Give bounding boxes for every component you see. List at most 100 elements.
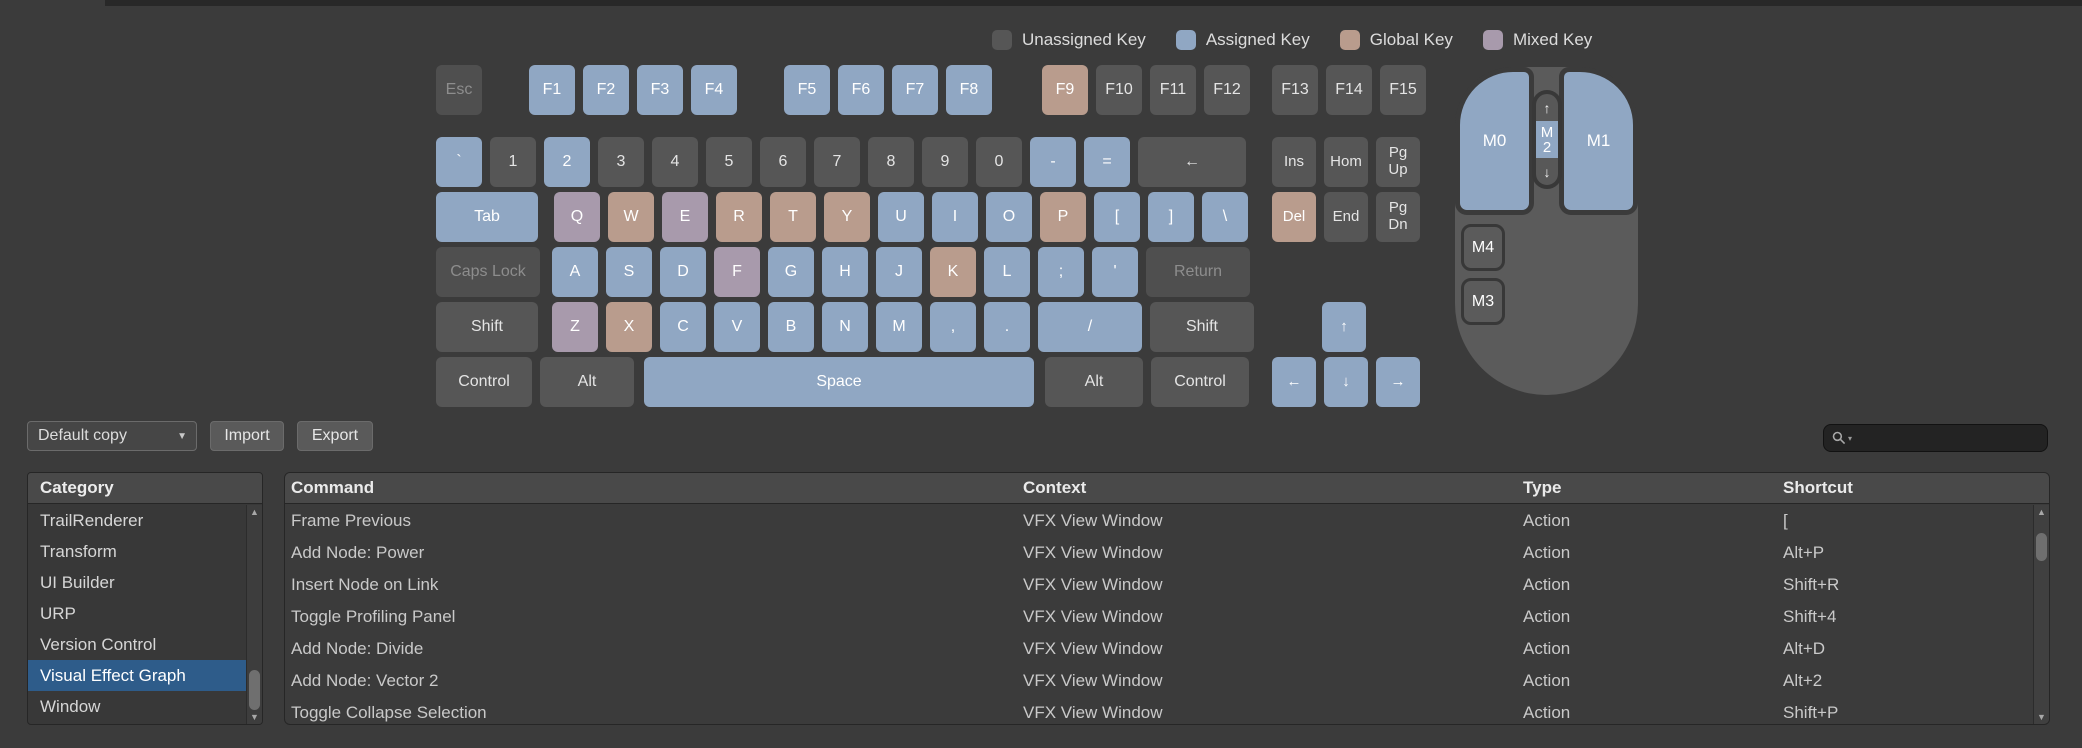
key-comma[interactable]: ,	[930, 302, 976, 352]
key-arrow-down[interactable]: ↓	[1324, 357, 1368, 407]
key-1[interactable]: 1	[490, 137, 536, 187]
shortcut-row[interactable]: Insert Node on LinkVFX View WindowAction…	[285, 569, 2032, 601]
shortcut-row[interactable]: Toggle Collapse SelectionVFX View Window…	[285, 697, 2032, 724]
key-control-left[interactable]: Control	[436, 357, 532, 407]
key-v[interactable]: V	[714, 302, 760, 352]
key-return[interactable]: Return	[1146, 247, 1250, 297]
key-alt-right[interactable]: Alt	[1045, 357, 1143, 407]
category-item-window[interactable]: Window	[28, 691, 246, 722]
key-alt-left[interactable]: Alt	[540, 357, 634, 407]
key-s[interactable]: S	[606, 247, 652, 297]
category-item-trailrenderer[interactable]: TrailRenderer	[28, 505, 246, 536]
column-header-command[interactable]: Command	[285, 473, 1017, 503]
key-3[interactable]: 3	[598, 137, 644, 187]
key-pg-dn[interactable]: Pg Dn	[1376, 192, 1420, 242]
column-header-context[interactable]: Context	[1017, 473, 1517, 503]
key-arrow-right[interactable]: →	[1376, 357, 1420, 407]
shortcut-row[interactable]: Frame PreviousVFX View WindowAction[	[285, 505, 2032, 537]
export-button[interactable]: Export	[297, 421, 373, 451]
key-backspace[interactable]: ←	[1138, 137, 1246, 187]
key-h[interactable]: H	[822, 247, 868, 297]
key-equals[interactable]: =	[1084, 137, 1130, 187]
category-item-ui-builder[interactable]: UI Builder	[28, 567, 246, 598]
key-2[interactable]: 2	[544, 137, 590, 187]
key-esc[interactable]: Esc	[436, 65, 482, 115]
mouse-button-m3[interactable]: M3	[1461, 278, 1505, 325]
key-minus[interactable]: -	[1030, 137, 1076, 187]
key-period[interactable]: .	[984, 302, 1030, 352]
category-scrollbar[interactable]: ▲ ▼	[246, 505, 262, 724]
import-button[interactable]: Import	[210, 421, 284, 451]
key-f13[interactable]: F13	[1272, 65, 1318, 115]
search-input[interactable]	[1854, 429, 2039, 448]
key-e[interactable]: E	[662, 192, 708, 242]
key-j[interactable]: J	[876, 247, 922, 297]
profile-dropdown[interactable]: Default copy ▼	[27, 421, 197, 451]
mouse-button-m0[interactable]: M0	[1455, 67, 1534, 215]
key-bracket-left[interactable]: [	[1094, 192, 1140, 242]
key-y[interactable]: Y	[824, 192, 870, 242]
key-caps-lock[interactable]: Caps Lock	[436, 247, 540, 297]
key-pg-up[interactable]: Pg Up	[1376, 137, 1420, 187]
key-t[interactable]: T	[770, 192, 816, 242]
key-z[interactable]: Z	[552, 302, 598, 352]
key-backtick[interactable]: `	[436, 137, 482, 187]
scroll-down-icon[interactable]: ▼	[247, 710, 262, 724]
column-header-type[interactable]: Type	[1517, 473, 1777, 503]
key-q[interactable]: Q	[554, 192, 600, 242]
key-i[interactable]: I	[932, 192, 978, 242]
key-p[interactable]: P	[1040, 192, 1086, 242]
key-4[interactable]: 4	[652, 137, 698, 187]
key-u[interactable]: U	[878, 192, 924, 242]
shortcut-row[interactable]: Add Node: PowerVFX View WindowActionAlt+…	[285, 537, 2032, 569]
mouse-button-m2[interactable]: M2	[1536, 121, 1558, 158]
key-quote[interactable]: '	[1092, 247, 1138, 297]
key-f12[interactable]: F12	[1204, 65, 1250, 115]
key-f8[interactable]: F8	[946, 65, 992, 115]
key-shift-left[interactable]: Shift	[436, 302, 538, 352]
key-f1[interactable]: F1	[529, 65, 575, 115]
key-arrow-left[interactable]: ←	[1272, 357, 1316, 407]
key-shift-right[interactable]: Shift	[1150, 302, 1254, 352]
scroll-up-icon[interactable]: ▲	[247, 505, 262, 519]
scroll-up-icon[interactable]: ▲	[2034, 505, 2049, 519]
key-g[interactable]: G	[768, 247, 814, 297]
key-f3[interactable]: F3	[637, 65, 683, 115]
key-f4[interactable]: F4	[691, 65, 737, 115]
key-ins[interactable]: Ins	[1272, 137, 1316, 187]
key-del[interactable]: Del	[1272, 192, 1316, 242]
key-slash[interactable]: /	[1038, 302, 1142, 352]
key-f10[interactable]: F10	[1096, 65, 1142, 115]
scrollbar-thumb[interactable]	[2036, 533, 2047, 561]
wheel-up-icon[interactable]: ↑	[1536, 94, 1558, 121]
key-0[interactable]: 0	[976, 137, 1022, 187]
key-5[interactable]: 5	[706, 137, 752, 187]
shortcut-row[interactable]: Toggle Profiling PanelVFX View WindowAct…	[285, 601, 2032, 633]
scroll-down-icon[interactable]: ▼	[2034, 710, 2049, 724]
key-6[interactable]: 6	[760, 137, 806, 187]
key-semicolon[interactable]: ;	[1038, 247, 1084, 297]
key-bracket-right[interactable]: ]	[1148, 192, 1194, 242]
key-control-right[interactable]: Control	[1151, 357, 1249, 407]
mouse-button-m4[interactable]: M4	[1461, 224, 1505, 271]
key-tab[interactable]: Tab	[436, 192, 538, 242]
key-o[interactable]: O	[986, 192, 1032, 242]
key-f11[interactable]: F11	[1150, 65, 1196, 115]
key-c[interactable]: C	[660, 302, 706, 352]
window-tab[interactable]	[0, 0, 105, 6]
key-f2[interactable]: F2	[583, 65, 629, 115]
key-k[interactable]: K	[930, 247, 976, 297]
key-8[interactable]: 8	[868, 137, 914, 187]
key-f6[interactable]: F6	[838, 65, 884, 115]
scrollbar-thumb[interactable]	[249, 670, 260, 710]
category-item-urp[interactable]: URP	[28, 598, 246, 629]
key-d[interactable]: D	[660, 247, 706, 297]
key-space[interactable]: Space	[644, 357, 1034, 407]
key-arrow-up[interactable]: ↑	[1322, 302, 1366, 352]
column-header-shortcut[interactable]: Shortcut	[1777, 473, 2049, 503]
key-b[interactable]: B	[768, 302, 814, 352]
key-m[interactable]: M	[876, 302, 922, 352]
category-item-visual-effect-graph[interactable]: Visual Effect Graph	[28, 660, 246, 691]
key-w[interactable]: W	[608, 192, 654, 242]
shortcut-row[interactable]: Add Node: DivideVFX View WindowActionAlt…	[285, 633, 2032, 665]
